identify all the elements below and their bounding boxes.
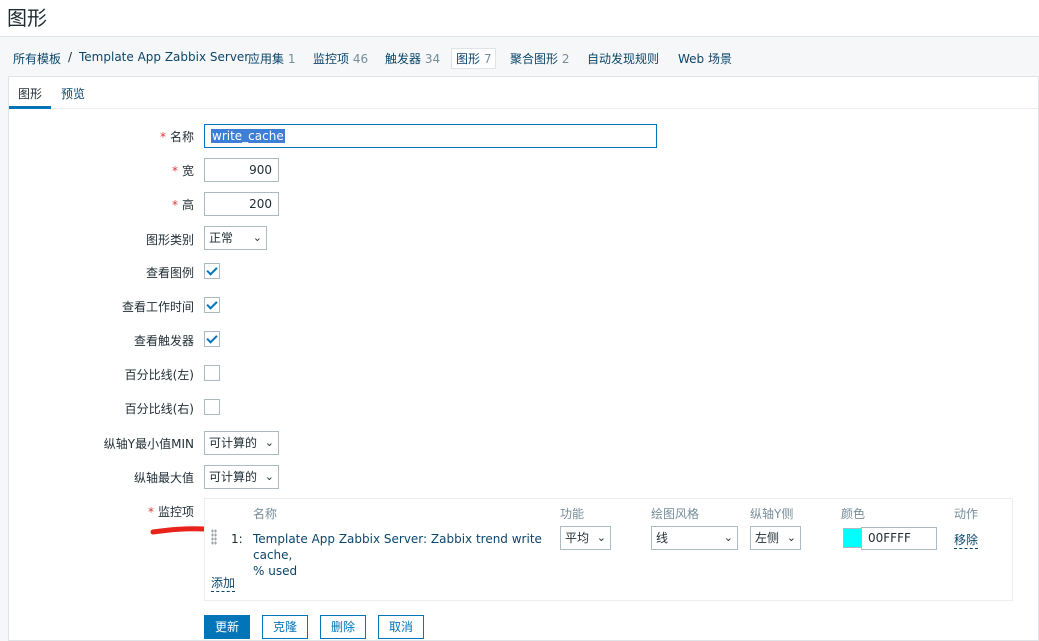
breadcrumb-graphs-label: 图形 bbox=[456, 52, 481, 66]
ymax-label: 纵轴最大值 bbox=[133, 471, 194, 485]
breadcrumb-triggers[interactable]: 触发器 34 bbox=[385, 50, 440, 67]
items-label: * 监控项 bbox=[147, 505, 194, 519]
chevron-down-icon: ⌄ bbox=[596, 531, 606, 544]
title-bar: 图形 bbox=[0, 0, 1039, 37]
column-header-function: 功能 bbox=[560, 507, 585, 521]
breadcrumb-items-label: 监控项 bbox=[313, 52, 350, 66]
chevron-down-icon: ⌄ bbox=[723, 531, 733, 544]
width-label: * 宽 bbox=[171, 164, 194, 178]
breadcrumb-graphs-count: 7 bbox=[483, 52, 492, 66]
column-header-color: 颜色 bbox=[841, 507, 866, 521]
show-legend-checkbox[interactable] bbox=[204, 263, 220, 279]
add-item-link[interactable]: 添加 bbox=[211, 574, 236, 592]
breadcrumb-applications[interactable]: 应用集 1 bbox=[248, 50, 295, 67]
show-worktime-checkbox[interactable] bbox=[204, 297, 220, 313]
active-tab-indicator bbox=[9, 106, 51, 109]
breadcrumb-items[interactable]: 监控项 46 bbox=[313, 50, 368, 67]
name-input[interactable]: write_cache bbox=[204, 124, 657, 148]
breadcrumb-screens[interactable]: 聚合图形 2 bbox=[510, 50, 569, 67]
breadcrumb-triggers-count: 34 bbox=[424, 52, 441, 66]
percentile-left-checkbox[interactable] bbox=[204, 365, 220, 381]
update-button[interactable]: 更新 bbox=[204, 615, 251, 639]
breadcrumb-separator: / bbox=[68, 50, 73, 64]
breadcrumb-template[interactable]: Template App Zabbix Server bbox=[79, 50, 249, 64]
cancel-button[interactable]: 取消 bbox=[378, 615, 425, 639]
show-legend-label: 查看图例 bbox=[145, 266, 194, 280]
breadcrumb: 所有模板 / Template App Zabbix Server 应用集 1 … bbox=[0, 38, 1039, 76]
chevron-down-icon: ⌄ bbox=[252, 231, 262, 244]
show-worktime-label: 查看工作时间 bbox=[121, 300, 194, 314]
item-name-link[interactable]: Template App Zabbix Server: Zabbix trend… bbox=[253, 531, 553, 579]
ymin-select[interactable]: 可计算的 ⌄ bbox=[204, 431, 279, 455]
breadcrumb-triggers-label: 触发器 bbox=[385, 52, 422, 66]
function-select[interactable]: 平均 ⌄ bbox=[560, 526, 611, 550]
clone-button[interactable]: 克隆 bbox=[262, 615, 309, 639]
height-label: * 高 bbox=[171, 198, 194, 212]
name-label: * 名称 bbox=[159, 130, 194, 144]
annotation-mark bbox=[150, 526, 208, 535]
color-input[interactable]: 00FFFF bbox=[861, 527, 937, 550]
color-picker-swatch[interactable] bbox=[843, 528, 863, 548]
breadcrumb-applications-label: 应用集 bbox=[248, 52, 285, 66]
row-index: 1: bbox=[231, 532, 243, 546]
tab-graph[interactable]: 图形 bbox=[18, 85, 42, 102]
column-header-name: 名称 bbox=[253, 507, 278, 521]
breadcrumb-screens-label: 聚合图形 bbox=[510, 52, 559, 66]
check-icon bbox=[206, 332, 218, 344]
remove-item-link[interactable]: 移除 bbox=[954, 531, 979, 549]
check-icon bbox=[206, 298, 218, 310]
graph-type-select[interactable]: 正常 ⌄ bbox=[204, 226, 267, 250]
graph-items-table: 名称 功能 绘图风格 纵轴Y侧 颜色 动作 1: Template App Za… bbox=[204, 498, 1013, 601]
name-input-value: write_cache bbox=[211, 129, 285, 143]
column-header-y-side: 纵轴Y侧 bbox=[750, 507, 794, 521]
delete-button[interactable]: 删除 bbox=[320, 615, 367, 639]
check-icon bbox=[206, 264, 218, 276]
show-triggers-checkbox[interactable] bbox=[204, 331, 220, 347]
chevron-down-icon: ⌄ bbox=[264, 436, 274, 449]
draw-style-select[interactable]: 线 ⌄ bbox=[651, 526, 738, 550]
page-title: 图形 bbox=[7, 6, 47, 30]
height-input[interactable]: 200 bbox=[204, 192, 279, 216]
chevron-down-icon: ⌄ bbox=[786, 531, 796, 544]
y-side-select[interactable]: 左侧 ⌄ bbox=[750, 526, 801, 550]
breadcrumb-web[interactable]: Web 场景 bbox=[678, 50, 732, 67]
tab-preview[interactable]: 预览 bbox=[61, 85, 85, 102]
chevron-down-icon: ⌄ bbox=[264, 470, 274, 483]
breadcrumb-items-count: 46 bbox=[352, 52, 369, 66]
tab-bar: 图形 预览 bbox=[9, 77, 1038, 109]
breadcrumb-discovery[interactable]: 自动发现规则 bbox=[587, 50, 659, 67]
width-input[interactable]: 900 bbox=[204, 158, 279, 182]
breadcrumb-all-templates[interactable]: 所有模板 bbox=[13, 50, 61, 67]
breadcrumb-screens-count: 2 bbox=[561, 52, 570, 66]
ymax-select[interactable]: 可计算的 ⌄ bbox=[204, 465, 279, 489]
breadcrumb-applications-count: 1 bbox=[287, 52, 296, 66]
graph-type-label: 图形类别 bbox=[145, 233, 194, 247]
percentile-right-checkbox[interactable] bbox=[204, 399, 220, 415]
breadcrumb-graphs[interactable]: 图形 7 bbox=[451, 48, 497, 69]
percentile-right-label: 百分比线(右) bbox=[124, 402, 194, 416]
drag-handle-icon[interactable] bbox=[211, 529, 217, 545]
column-header-action: 动作 bbox=[954, 507, 979, 521]
percentile-left-label: 百分比线(左) bbox=[124, 368, 194, 382]
show-triggers-label: 查看触发器 bbox=[133, 334, 194, 348]
column-header-style: 绘图风格 bbox=[651, 507, 700, 521]
ymin-label: 纵轴Y最小值MIN bbox=[103, 437, 194, 451]
